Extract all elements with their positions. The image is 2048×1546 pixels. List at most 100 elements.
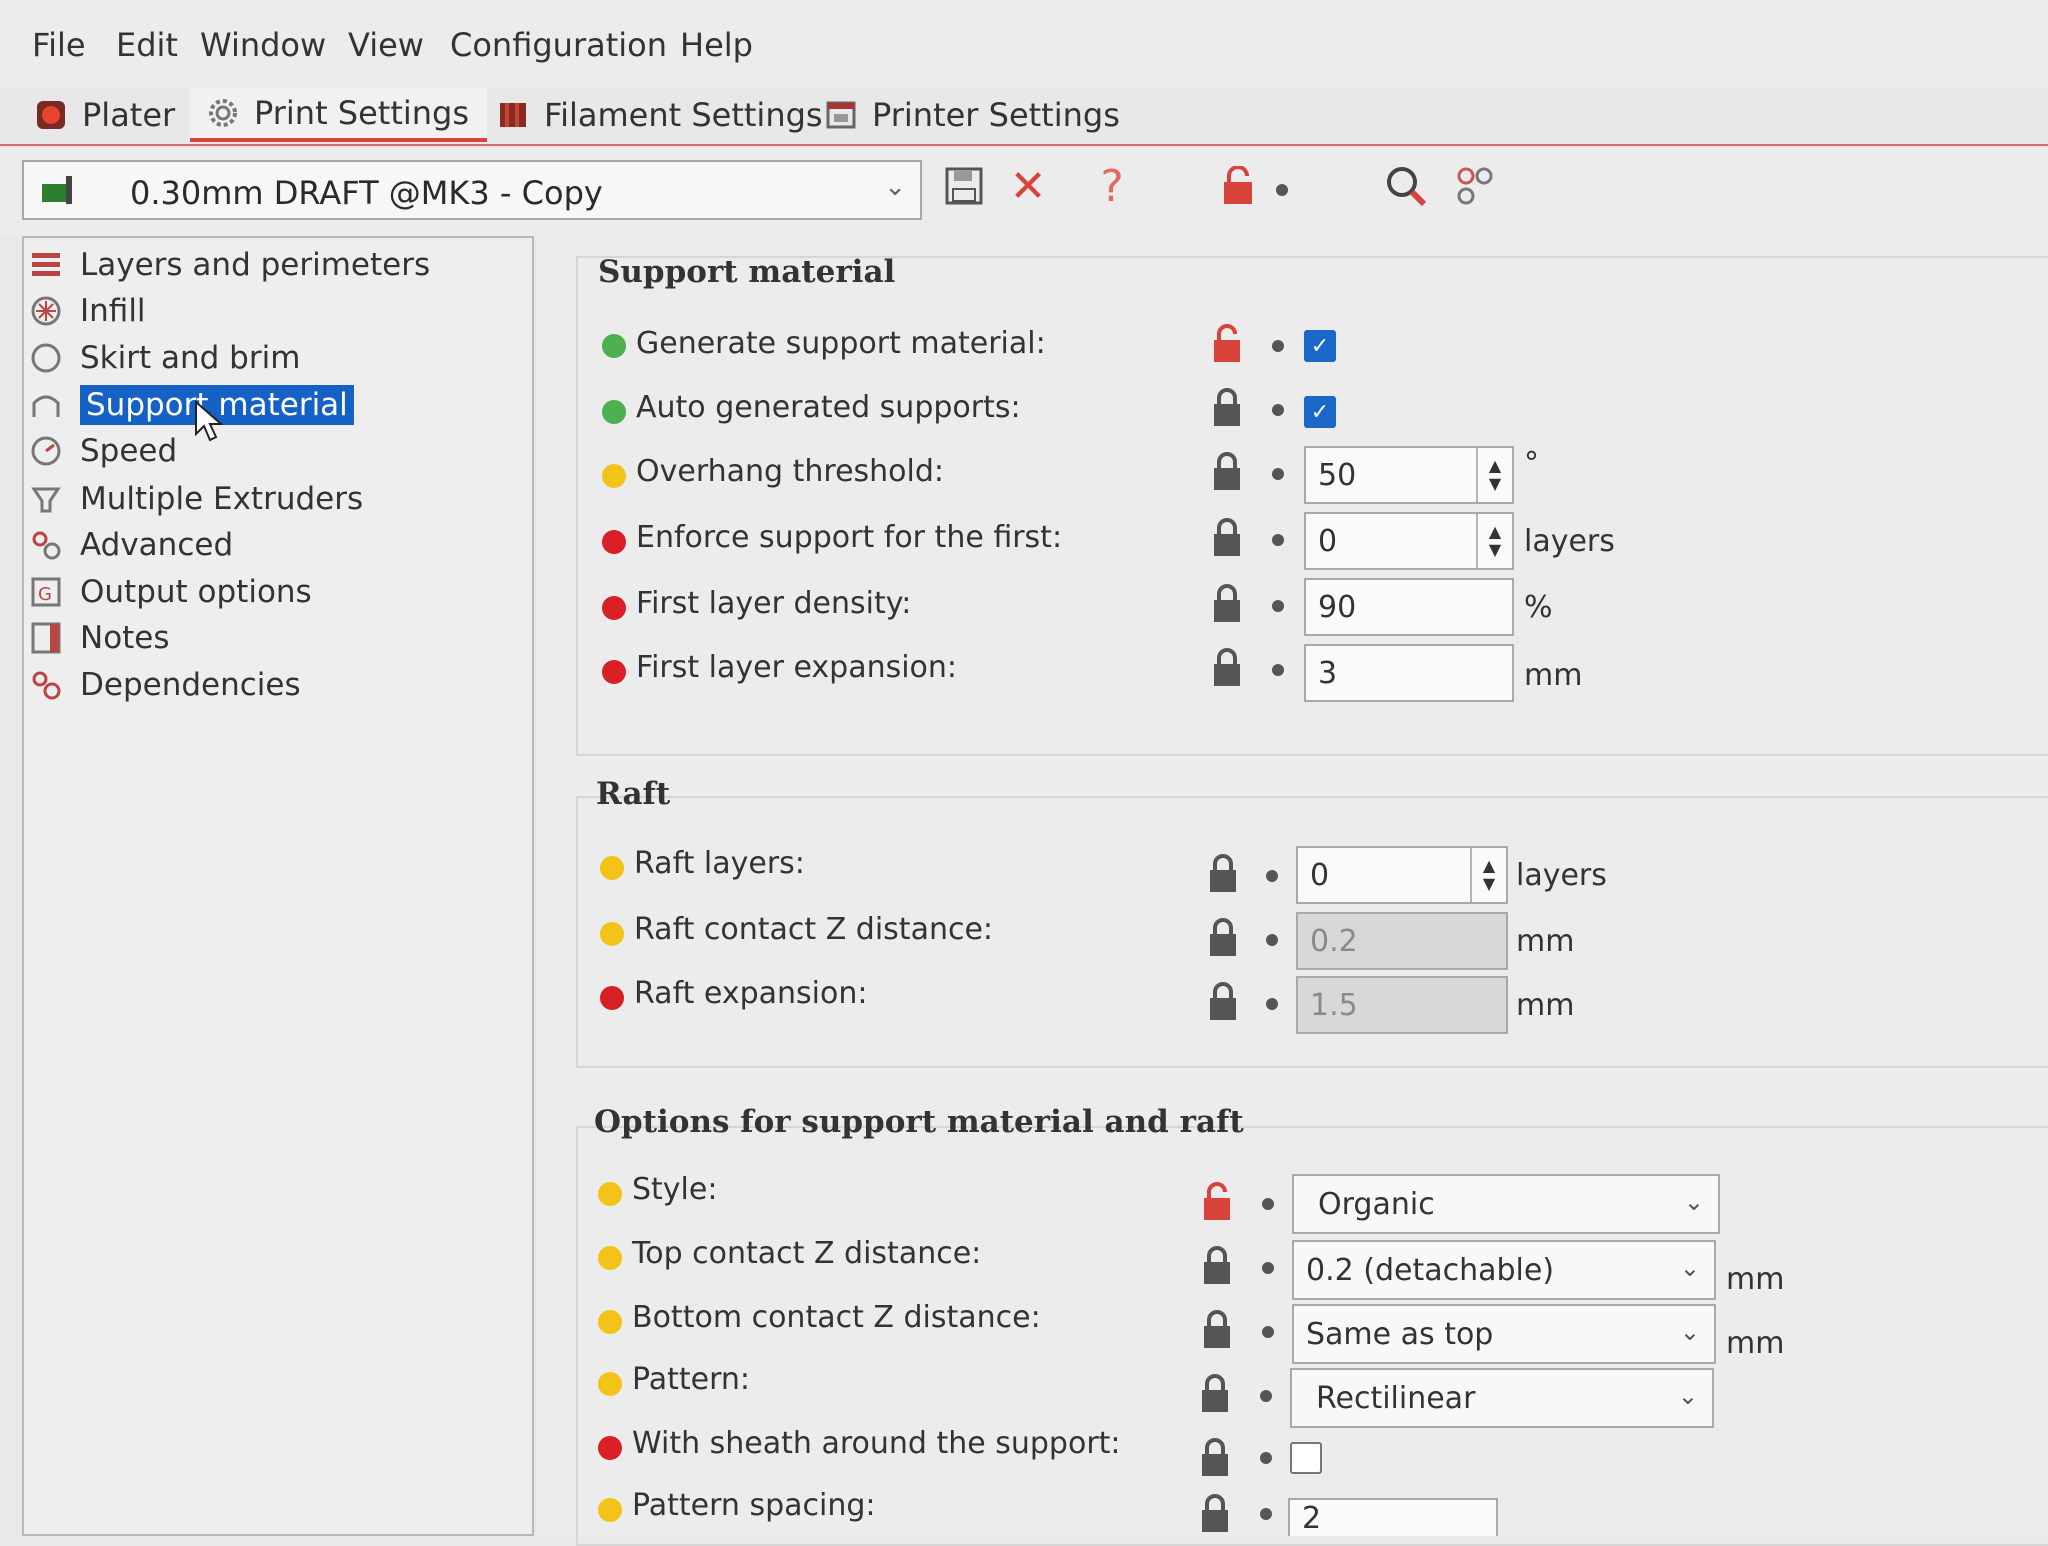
lock-legend-button[interactable] bbox=[1214, 162, 1262, 210]
raft-expansion-unit: mm bbox=[1516, 988, 1575, 1023]
mode-dot-icon bbox=[598, 1436, 622, 1460]
auto-generated-supports-checkbox[interactable]: ✓ bbox=[1304, 396, 1336, 428]
menu-configuration[interactable]: Configuration bbox=[450, 26, 667, 64]
lock-icon[interactable] bbox=[1200, 1438, 1230, 1478]
bottom-contact-z-select[interactable]: Same as top ⌄ bbox=[1292, 1304, 1716, 1364]
compare-presets-button[interactable] bbox=[1452, 162, 1500, 210]
lock-icon[interactable] bbox=[1208, 982, 1238, 1022]
lock-icon[interactable] bbox=[1208, 918, 1238, 958]
tab-bar: Plater Print Settings Filament Settings … bbox=[0, 88, 2048, 146]
bullet-icon bbox=[1266, 934, 1278, 946]
first-layer-density-value: 90 bbox=[1318, 589, 1357, 625]
lock-icon[interactable] bbox=[1208, 854, 1238, 894]
section-title-options: Options for support material and raft bbox=[594, 1104, 1244, 1140]
sidebar-item-output-options[interactable]: G Output options bbox=[30, 569, 312, 615]
bullet-icon bbox=[1262, 1326, 1274, 1338]
bullet-icon bbox=[1262, 1198, 1274, 1210]
close-icon: ✕ bbox=[1009, 160, 1047, 212]
first-layer-expansion-value: 3 bbox=[1318, 655, 1338, 691]
sidebar-item-skirt-and-brim[interactable]: Skirt and brim bbox=[30, 335, 300, 381]
sidebar-item-label: Speed bbox=[80, 433, 178, 469]
save-preset-button[interactable] bbox=[940, 162, 988, 210]
overhang-threshold-unit: ° bbox=[1524, 446, 1539, 481]
preset-select[interactable]: 0.30mm DRAFT @MK3 - Copy ⌄ bbox=[22, 160, 922, 220]
mouse-cursor-icon bbox=[195, 400, 224, 442]
support-icon bbox=[32, 395, 60, 417]
menu-window[interactable]: Window bbox=[200, 26, 326, 64]
bullet-icon bbox=[1272, 468, 1284, 480]
section-title-support-material: Support material bbox=[598, 254, 896, 290]
menu-edit[interactable]: Edit bbox=[116, 26, 178, 64]
sidebar-item-multiple-extruders[interactable]: Multiple Extruders bbox=[30, 476, 363, 522]
bullet-icon bbox=[1260, 1508, 1272, 1520]
pattern-spacing-value: 2 bbox=[1302, 1500, 1322, 1536]
lock-icon[interactable] bbox=[1212, 452, 1242, 492]
sidebar-item-dependencies[interactable]: Dependencies bbox=[30, 662, 301, 708]
sidebar-item-notes[interactable]: Notes bbox=[30, 615, 170, 661]
tab-print-settings[interactable]: Print Settings bbox=[190, 88, 488, 142]
mode-dot-icon bbox=[598, 1310, 622, 1334]
lock-icon[interactable] bbox=[1200, 1374, 1230, 1414]
unlocked-lock-icon[interactable] bbox=[1212, 324, 1242, 364]
raft-contact-z-label: Raft contact Z distance: bbox=[634, 912, 994, 947]
lock-icon[interactable] bbox=[1200, 1494, 1230, 1534]
lock-icon[interactable] bbox=[1212, 584, 1242, 624]
settings-page: Support material Generate support materi… bbox=[536, 236, 2048, 1546]
first-layer-expansion-unit: mm bbox=[1524, 658, 1583, 693]
search-icon bbox=[1387, 167, 1427, 207]
sidebar-item-label: Infill bbox=[80, 293, 146, 329]
pattern-spacing-input[interactable]: 2 bbox=[1288, 1498, 1498, 1536]
sidebar-item-infill[interactable]: Infill bbox=[30, 288, 146, 334]
sidebar-item-advanced[interactable]: Advanced bbox=[30, 522, 233, 568]
style-select[interactable]: Organic ⌄ bbox=[1292, 1174, 1720, 1234]
spin-arrows-icon[interactable]: ▲ ▼ bbox=[1476, 448, 1512, 502]
tab-plater-label: Plater bbox=[82, 96, 176, 134]
advanced-icon bbox=[32, 531, 61, 560]
help-button[interactable]: ? bbox=[1088, 161, 1136, 212]
enforce-support-spinner[interactable]: 0 ▲ ▼ bbox=[1304, 512, 1514, 570]
raft-layers-spinner[interactable]: 0 ▲ ▼ bbox=[1296, 846, 1508, 904]
unlocked-lock-icon[interactable] bbox=[1202, 1182, 1232, 1222]
lock-icon[interactable] bbox=[1212, 388, 1242, 428]
sidebar-item-layers-and-perimeters[interactable]: Layers and perimeters bbox=[30, 242, 430, 288]
first-layer-expansion-input[interactable]: 3 bbox=[1304, 644, 1514, 702]
menu-view[interactable]: View bbox=[348, 26, 424, 64]
bottom-contact-z-unit: mm bbox=[1726, 1326, 1785, 1361]
generate-support-checkbox[interactable]: ✓ bbox=[1304, 330, 1336, 362]
pattern-label: Pattern: bbox=[632, 1362, 751, 1397]
menu-help[interactable]: Help bbox=[680, 26, 753, 64]
bullet-icon bbox=[1272, 600, 1284, 612]
menu-file[interactable]: File bbox=[32, 26, 86, 64]
tab-printer-settings[interactable]: Printer Settings bbox=[808, 88, 1138, 142]
spin-arrows-icon[interactable]: ▲ ▼ bbox=[1476, 514, 1512, 568]
mode-dot-icon bbox=[602, 334, 626, 358]
first-layer-density-input[interactable]: 90 bbox=[1304, 578, 1514, 636]
lock-icon[interactable] bbox=[1212, 648, 1242, 688]
overhang-threshold-spinner[interactable]: 50 ▲ ▼ bbox=[1304, 446, 1514, 504]
lock-icon[interactable] bbox=[1202, 1310, 1232, 1350]
bottom-contact-z-label: Bottom contact Z distance: bbox=[632, 1300, 1041, 1335]
delete-preset-button[interactable]: ✕ bbox=[1004, 160, 1052, 212]
with-sheath-checkbox[interactable] bbox=[1290, 1442, 1322, 1474]
speed-icon bbox=[31, 436, 61, 466]
lock-icon[interactable] bbox=[1212, 518, 1242, 558]
tab-filament-settings[interactable]: Filament Settings bbox=[480, 88, 841, 142]
spin-arrows-icon[interactable]: ▲ ▼ bbox=[1470, 848, 1506, 902]
bullet-icon bbox=[1272, 664, 1284, 676]
sidebar-item-speed[interactable]: Speed bbox=[30, 428, 177, 474]
top-contact-z-select[interactable]: 0.2 (detachable) ⌄ bbox=[1292, 1240, 1716, 1300]
pattern-select[interactable]: Rectilinear ⌄ bbox=[1290, 1368, 1714, 1428]
tab-plater[interactable]: Plater bbox=[36, 88, 195, 142]
tab-printer-settings-label: Printer Settings bbox=[872, 96, 1120, 134]
section-title-raft: Raft bbox=[596, 776, 671, 812]
search-button[interactable] bbox=[1382, 162, 1430, 210]
sidebar-item-support-material[interactable]: Support material bbox=[30, 382, 354, 428]
lock-icon[interactable] bbox=[1202, 1246, 1232, 1286]
sidebar-item-label: Dependencies bbox=[80, 667, 301, 703]
sidebar-item-label: Layers and perimeters bbox=[80, 247, 431, 283]
svg-text:G: G bbox=[38, 584, 52, 605]
output-icon: G bbox=[31, 577, 61, 607]
style-label: Style: bbox=[632, 1172, 718, 1207]
bullet-icon bbox=[1266, 998, 1278, 1010]
mode-dot-icon bbox=[598, 1498, 622, 1522]
